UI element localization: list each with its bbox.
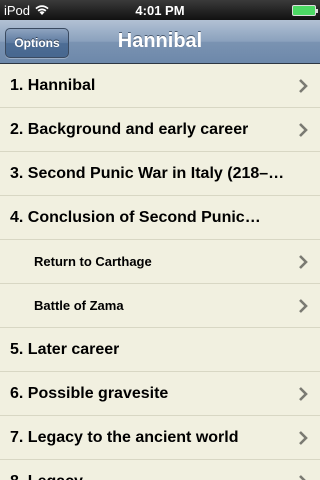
status-left: iPod [4,3,50,18]
list-item-label: 1. Hannibal [10,76,96,94]
list-item[interactable]: Return to Carthage [0,240,320,284]
list-item-label: 8. Legacy [10,473,83,480]
chevron-right-icon [299,254,308,269]
list-item-label: Battle of Zama [34,298,124,313]
chevron-right-icon [299,430,308,445]
list-item[interactable]: 5. Later career [0,328,320,372]
chevron-right-icon [299,298,308,313]
list-item-label: 6. Possible gravesite [10,384,169,402]
list-item-label: 7. Legacy to the ancient world [10,428,239,446]
page-title: Hannibal [117,30,203,52]
carrier-label: iPod [4,2,31,18]
list-item-label: 5. Later career [10,340,120,358]
chevron-right-icon [299,122,308,137]
options-button[interactable]: Options [5,28,69,58]
list-item[interactable]: 6. Possible gravesite [0,372,320,416]
status-bar: iPod 4:01 PM [0,0,320,20]
chevron-right-icon [299,78,308,93]
navigation-bar: Options Hannibal [0,20,320,64]
wifi-icon [35,5,49,15]
list-item-label: 3. Second Punic War in Italy (218–… [10,164,285,182]
list-item[interactable]: 8. Legacy [0,460,320,480]
chevron-right-icon [299,474,307,480]
list-item[interactable]: 3. Second Punic War in Italy (218–… [0,152,320,196]
battery-icon [292,4,318,16]
list-item[interactable]: Battle of Zama [0,284,320,328]
list-item-label: 2. Background and early career [10,120,249,138]
list-item-label: Return to Carthage [34,254,152,269]
list-item[interactable]: 1. Hannibal [0,64,320,108]
table-of-contents-list: 1. Hannibal 2. Background and early caree… [0,64,320,480]
list-item[interactable]: 4. Conclusion of Second Punic… [0,196,320,240]
list-item-label: 4. Conclusion of Second Punic… [10,208,261,226]
chevron-right-icon [299,386,308,401]
list-item[interactable]: 2. Background and early career [0,108,320,152]
list-item[interactable]: 7. Legacy to the ancient world [0,416,320,460]
